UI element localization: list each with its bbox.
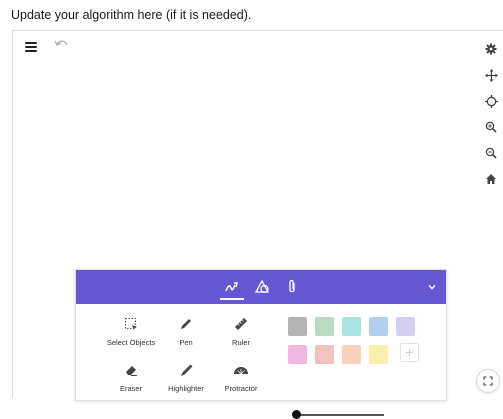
tool-label: Eraser [119, 384, 143, 393]
color-swatch[interactable] [342, 345, 361, 364]
zoom-out-icon[interactable] [483, 145, 499, 161]
pen-tool[interactable]: Pen [156, 314, 216, 347]
color-swatch[interactable] [369, 317, 388, 336]
right-toolbar [483, 41, 499, 197]
home-icon[interactable] [483, 171, 499, 187]
tool-label: Pen [179, 338, 193, 347]
zoom-in-icon[interactable] [483, 119, 499, 135]
fullscreen-icon[interactable] [476, 369, 500, 393]
shapes-icon[interactable] [252, 277, 272, 297]
tool-label: Protractor [224, 384, 258, 393]
stroke-size-handle[interactable] [291, 410, 301, 419]
eraser-icon [101, 360, 161, 380]
pen-icon [156, 314, 216, 334]
highlighter-tool[interactable]: Highlighter [156, 360, 216, 393]
chevron-down-icon[interactable] [426, 280, 438, 292]
protractor-icon [211, 360, 271, 380]
tool-label: Ruler [232, 338, 250, 347]
color-swatch[interactable] [369, 345, 388, 364]
ruler-icon [211, 314, 271, 334]
tool-label: Highlighter [168, 384, 204, 393]
tool-label: Select Objects [106, 338, 156, 347]
drawing-tools-panel: Select Objects Pen Ruler Eraser Highligh… [75, 269, 447, 419]
eraser-tool[interactable]: Eraser [101, 360, 161, 393]
select-objects-tool[interactable]: Select Objects [101, 314, 161, 347]
panel-header [76, 270, 446, 304]
undo-icon[interactable] [54, 38, 70, 52]
color-swatch[interactable] [315, 317, 334, 336]
color-swatch[interactable] [396, 317, 415, 336]
protractor-tool[interactable]: Protractor [211, 360, 271, 393]
color-swatch[interactable] [315, 345, 334, 364]
highlighter-icon [156, 360, 216, 380]
crosshair-icon[interactable] [483, 93, 499, 109]
drawing-canvas[interactable]: Select Objects Pen Ruler Eraser Highligh… [12, 30, 503, 419]
stroke-size-slider[interactable] [294, 414, 384, 416]
color-swatch[interactable] [342, 317, 361, 336]
hamburger-menu-icon[interactable] [25, 42, 37, 52]
attachment-icon[interactable] [282, 277, 302, 297]
question-prompt: Update your algorithm here (if it is nee… [11, 8, 252, 22]
draw-tools-icon[interactable] [220, 277, 244, 300]
ruler-tool[interactable]: Ruler [211, 314, 271, 347]
color-swatch[interactable] [288, 317, 307, 336]
select-objects-icon [101, 314, 161, 334]
plus-icon[interactable]: + [400, 343, 419, 362]
gear-icon[interactable] [483, 41, 499, 57]
move-icon[interactable] [483, 67, 499, 83]
color-swatch[interactable] [288, 345, 307, 364]
